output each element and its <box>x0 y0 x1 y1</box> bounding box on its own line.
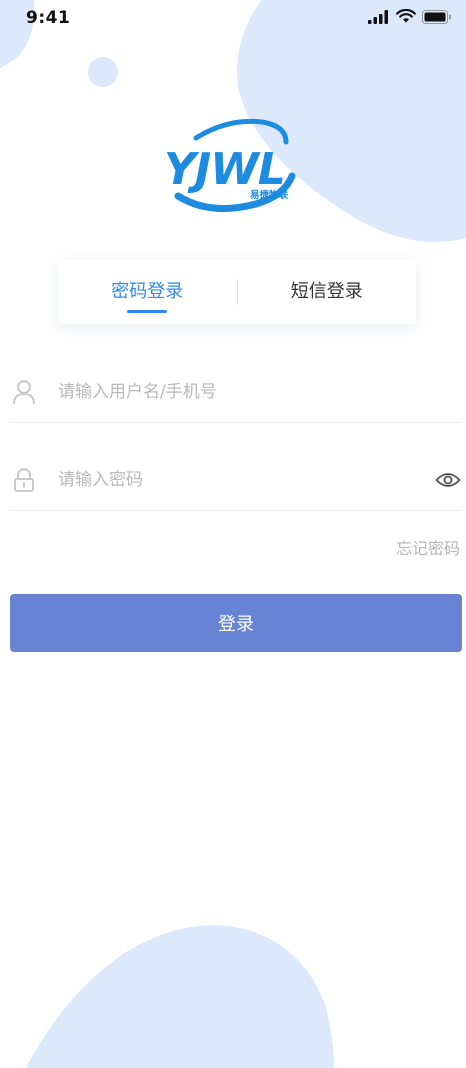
username-input[interactable] <box>58 382 462 402</box>
tab-password-login-label: 密码登录 <box>111 281 184 302</box>
background-blob-bottom <box>26 925 334 1068</box>
password-field <box>10 460 462 511</box>
username-field <box>10 372 462 423</box>
status-time: 9:41 <box>26 8 71 28</box>
logo-text: YJWL <box>164 144 285 195</box>
tab-sms-login[interactable]: 短信登录 <box>238 260 417 324</box>
wifi-icon <box>396 9 416 23</box>
signal-icon <box>368 9 388 24</box>
tab-sms-login-label: 短信登录 <box>290 281 363 302</box>
logo-mark: YJWL 易捷物联 <box>164 118 296 212</box>
eye-icon[interactable] <box>434 466 462 494</box>
password-input[interactable] <box>58 470 434 490</box>
forgot-password-link[interactable]: 忘记密码 <box>396 535 460 559</box>
user-icon <box>10 378 38 406</box>
logo-subtext: 易捷物联 <box>250 189 289 201</box>
login-button[interactable]: 登录 <box>10 594 462 652</box>
status-bar: 9:41 <box>0 0 466 40</box>
tab-password-login[interactable]: 密码登录 <box>58 260 237 324</box>
lock-icon <box>10 466 38 494</box>
active-tab-indicator <box>127 310 168 313</box>
app-logo: YJWL 易捷物联 <box>158 112 308 222</box>
status-icons <box>368 9 452 24</box>
battery-icon <box>422 9 451 24</box>
login-tabs: 密码登录 短信登录 <box>58 260 416 324</box>
login-screen: 9:41 YJWL 易捷物联 密码登录 短信登录 请输入用户名/手机号 忘记密码… <box>0 0 466 1068</box>
